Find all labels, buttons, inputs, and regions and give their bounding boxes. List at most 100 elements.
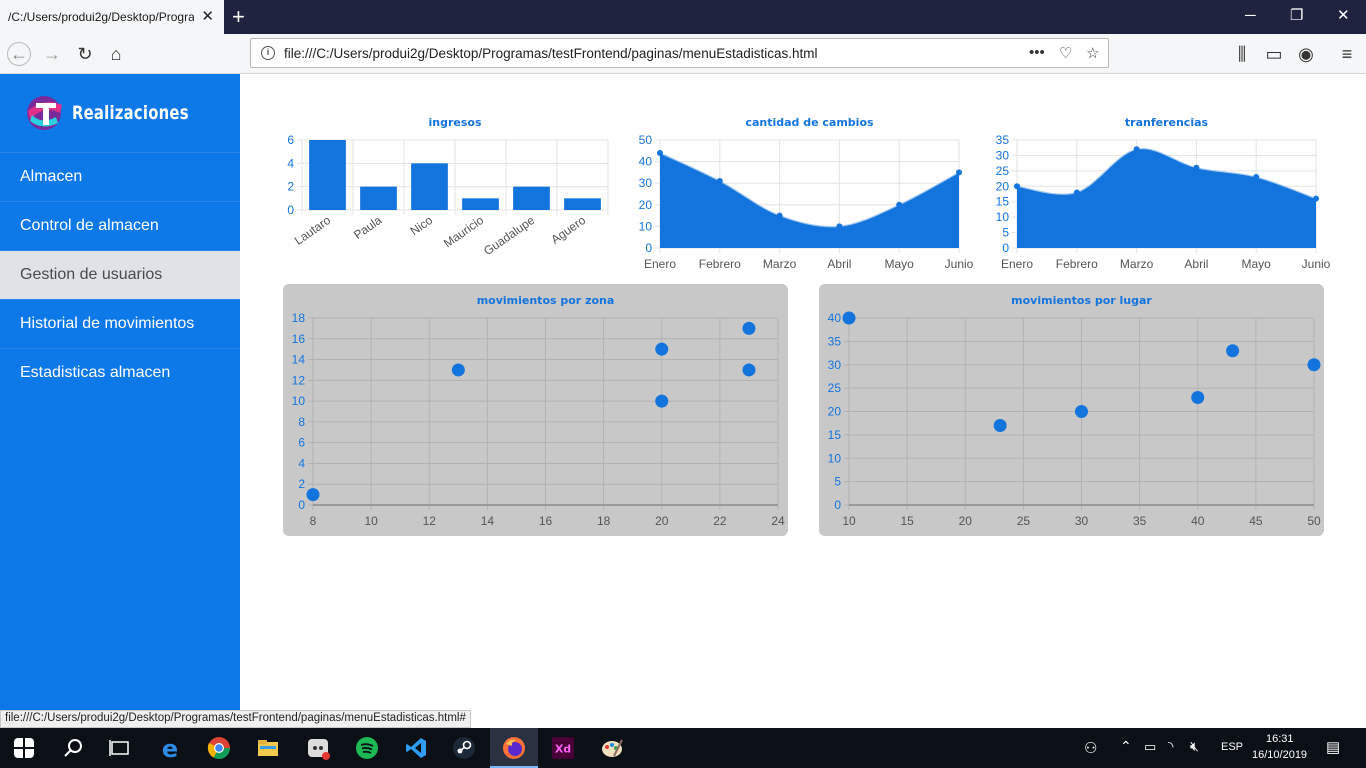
x-tick-label: Febrero bbox=[699, 257, 741, 271]
x-tick-label: Febrero bbox=[1056, 257, 1098, 271]
bar-mauricio[interactable] bbox=[462, 198, 499, 210]
adobe-xd-icon[interactable]: Xd bbox=[551, 736, 575, 760]
chart-ingresos: ingresos 0 2 4 6 Lautaro Paula Nico Mauricio Guad… bbox=[280, 110, 620, 270]
scatter-point[interactable] bbox=[993, 419, 1007, 433]
scatter-point[interactable] bbox=[306, 488, 320, 502]
taskbar: e Xd ⚇ ⌃ ▭ ◝ 🔇︎ ESP 16:31 16/10/2019 ▤ bbox=[0, 728, 1366, 768]
spotify-icon[interactable] bbox=[355, 736, 379, 760]
scatter-point[interactable] bbox=[842, 311, 856, 325]
steam-icon[interactable] bbox=[452, 736, 476, 760]
scatter-point[interactable] bbox=[1191, 390, 1205, 404]
sidebar-item-estadisticas-almacen[interactable]: Estadisticas almacen bbox=[0, 348, 240, 397]
bar-lautaro[interactable] bbox=[309, 140, 346, 210]
clock-time[interactable]: 16:31 bbox=[1266, 733, 1294, 745]
new-tab-icon[interactable]: + bbox=[232, 6, 245, 28]
search-icon[interactable] bbox=[62, 736, 86, 760]
logo[interactable]: T Realizaciones bbox=[22, 91, 222, 135]
bookmark-star-icon[interactable]: ☆ bbox=[1086, 44, 1099, 62]
y-tick-label: 15 bbox=[828, 428, 842, 442]
page-actions-icon[interactable]: ••• bbox=[1029, 44, 1045, 61]
scatter-point[interactable] bbox=[1075, 405, 1088, 418]
edge-icon[interactable]: e bbox=[158, 736, 182, 760]
scatter-point[interactable] bbox=[742, 363, 756, 377]
windows-start-icon[interactable] bbox=[14, 738, 34, 758]
close-tab-icon[interactable]: ✕ bbox=[201, 9, 214, 25]
minimize-icon[interactable]: ─ bbox=[1245, 6, 1256, 26]
chart-cantidad-de-cambios: cantidad de cambios 0 10 20 30 40 50 Enero Febre… bbox=[628, 110, 973, 275]
x-tick-label: Paula bbox=[351, 213, 384, 242]
notifications-icon[interactable]: ▤ bbox=[1326, 738, 1340, 756]
scatter-point[interactable] bbox=[655, 394, 669, 408]
sidebar-item-historial-de-movimientos[interactable]: Historial de movimientos bbox=[0, 299, 240, 348]
clock-date[interactable]: 16/10/2019 bbox=[1252, 749, 1307, 761]
discord-icon[interactable] bbox=[306, 736, 330, 760]
back-icon[interactable]: ← bbox=[7, 42, 31, 66]
firefox-icon[interactable] bbox=[502, 736, 526, 760]
battery-icon[interactable]: ▭ bbox=[1144, 739, 1156, 755]
menu-icon[interactable]: ≡ bbox=[1335, 42, 1359, 66]
scatter-point[interactable] bbox=[1226, 344, 1240, 358]
data-point-marzo[interactable] bbox=[776, 212, 783, 219]
wifi-icon[interactable]: ◝ bbox=[1168, 738, 1173, 755]
restore-icon[interactable]: ❐ bbox=[1290, 6, 1303, 26]
language-indicator[interactable]: ESP bbox=[1221, 741, 1243, 753]
address-bar[interactable]: i file:///C:/Users/produi2g/Desktop/Prog… bbox=[250, 38, 1109, 68]
data-point-mayo[interactable] bbox=[896, 201, 903, 208]
x-tick-label: 40 bbox=[1191, 514, 1205, 528]
data-point-marzo[interactable] bbox=[1133, 146, 1140, 153]
task-view-icon[interactable] bbox=[108, 736, 132, 760]
x-tick-label: Junio bbox=[1302, 257, 1331, 271]
chart-svg: cantidad de cambios 0 10 20 30 40 50 Enero Febre… bbox=[639, 116, 973, 271]
sidebar-item-control-de-almacen[interactable]: Control de almacen bbox=[0, 201, 240, 250]
x-tick-label: Lautaro bbox=[292, 213, 334, 248]
account-icon[interactable]: ◉ bbox=[1294, 42, 1318, 66]
reload-icon[interactable]: ↻ bbox=[73, 42, 97, 66]
data-point-junio[interactable] bbox=[956, 169, 962, 176]
data-point-mayo[interactable] bbox=[1253, 174, 1260, 181]
scatter-point[interactable] bbox=[1307, 358, 1321, 372]
data-point-enero[interactable] bbox=[1014, 183, 1020, 190]
scatter-point[interactable] bbox=[451, 363, 465, 377]
x-tick-label: Enero bbox=[1001, 257, 1033, 271]
x-tick-label: 18 bbox=[597, 514, 611, 528]
home-icon[interactable]: ⌂ bbox=[104, 42, 128, 66]
x-tick-label: 10 bbox=[842, 514, 856, 528]
scatter-point[interactable] bbox=[655, 342, 669, 356]
file-explorer-icon[interactable] bbox=[256, 736, 280, 760]
x-tick-label: Guadalupe bbox=[481, 213, 537, 258]
library-icon[interactable]: ⫼ bbox=[1230, 42, 1254, 66]
people-icon[interactable]: ⚇ bbox=[1084, 739, 1097, 757]
data-point-abril[interactable] bbox=[836, 223, 843, 230]
vscode-icon[interactable] bbox=[404, 736, 428, 760]
scatter-point[interactable] bbox=[742, 321, 756, 335]
site-info-icon[interactable]: i bbox=[261, 46, 275, 60]
forward-icon[interactable]: → bbox=[40, 42, 64, 66]
chrome-icon[interactable] bbox=[207, 736, 231, 760]
sidebar-item-almacen[interactable]: Almacen bbox=[0, 152, 240, 201]
x-tick-label: Nico bbox=[408, 213, 436, 238]
close-window-icon[interactable]: ✕ bbox=[1337, 6, 1350, 26]
bar-paula[interactable] bbox=[360, 186, 397, 210]
x-tick-label: 16 bbox=[539, 514, 553, 528]
bar-guadalupe[interactable] bbox=[513, 186, 550, 210]
browser-tab[interactable]: /C:/Users/produi2g/Desktop/Programas/tes… bbox=[0, 0, 224, 34]
data-point-febrero[interactable] bbox=[1073, 189, 1080, 196]
bar-aguero[interactable] bbox=[564, 198, 601, 210]
data-point-junio[interactable] bbox=[1313, 195, 1319, 202]
chart-title: movimientos por lugar bbox=[1011, 294, 1152, 307]
sidebar-item-gestion-de-usuarios[interactable]: Gestion de usuarios bbox=[0, 250, 240, 299]
data-point-febrero[interactable] bbox=[716, 178, 723, 185]
sidebar-toggle-icon[interactable]: ▭ bbox=[1262, 42, 1286, 66]
bar-nico[interactable] bbox=[411, 163, 448, 210]
volume-muted-icon[interactable]: 🔇︎ bbox=[1190, 738, 1199, 755]
show-hidden-icons-icon[interactable]: ⌃ bbox=[1120, 738, 1132, 755]
pocket-icon[interactable]: ♡ bbox=[1059, 44, 1072, 62]
y-tick-label: 6 bbox=[298, 436, 305, 450]
data-point-abril[interactable] bbox=[1193, 164, 1200, 171]
x-tick-label: 20 bbox=[655, 514, 669, 528]
paint-icon[interactable] bbox=[600, 736, 624, 760]
data-point-enero[interactable] bbox=[657, 149, 663, 156]
y-tick-label: 15 bbox=[996, 195, 1010, 209]
y-tick-label: 40 bbox=[639, 155, 653, 169]
x-tick-label: 35 bbox=[1133, 514, 1147, 528]
